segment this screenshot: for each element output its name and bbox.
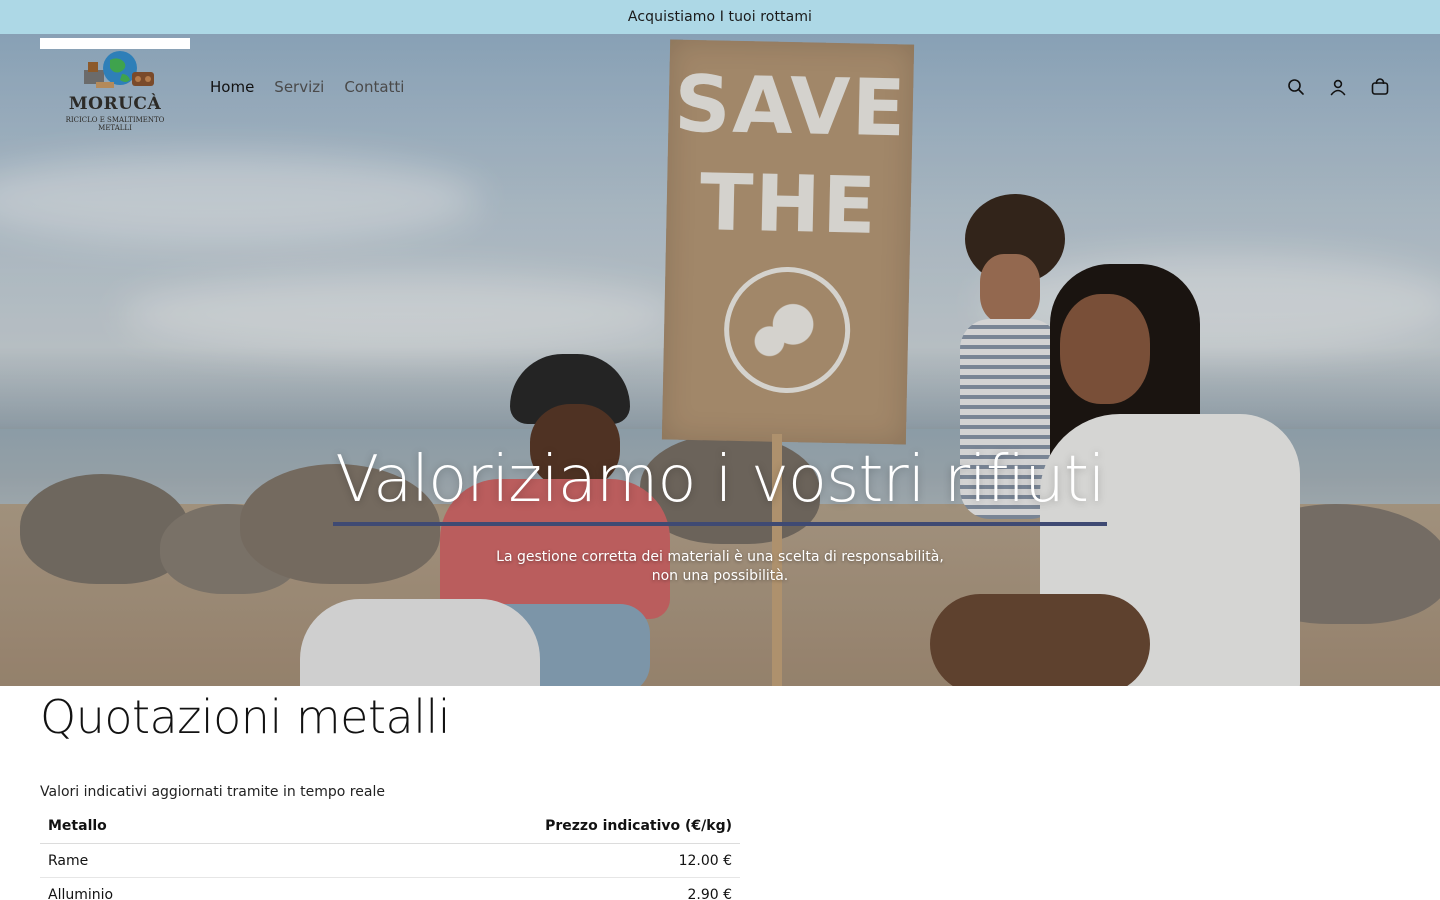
metal-price: 12.00 € bbox=[239, 843, 740, 878]
metal-name: Rame bbox=[40, 843, 240, 878]
search-icon[interactable] bbox=[1286, 77, 1306, 97]
nav-item-home[interactable]: Home bbox=[210, 78, 254, 96]
column-header-metal: Metallo bbox=[40, 808, 240, 844]
quotes-title: Quotazioni metalli bbox=[40, 690, 451, 744]
header-icons bbox=[1286, 77, 1390, 97]
logo-tagline-line2: METALLI bbox=[98, 124, 132, 132]
table-row: Rame 12.00 € bbox=[40, 843, 740, 878]
table-header-row: Metallo Prezzo indicativo (€/kg) bbox=[40, 808, 740, 844]
quotes-section: Quotazioni metalli Valori indicativi agg… bbox=[40, 686, 740, 900]
logo-globe-icon bbox=[84, 51, 154, 88]
hero-title: Valoriziamo i vostri rifiuti bbox=[333, 438, 1107, 526]
announcement-bar: Acquistiamo I tuoi rottami bbox=[0, 0, 1440, 34]
nav-item-servizi[interactable]: Servizi bbox=[274, 78, 324, 96]
logo-tagline-line1: RICICLO E SMALTIMENTO bbox=[65, 116, 165, 124]
announcement-text: Acquistiamo I tuoi rottami bbox=[627, 9, 813, 25]
logo[interactable]: MORUCÀ RICICLO E SMALTIMENTO METALLI bbox=[40, 38, 190, 134]
site-header: MORUCÀ RICICLO E SMALTIMENTO METALLI Hom… bbox=[0, 34, 1440, 144]
table-row: Alluminio 2.90 € bbox=[40, 877, 740, 900]
account-icon[interactable] bbox=[1328, 77, 1348, 97]
quotes-table: Metallo Prezzo indicativo (€/kg) Rame 12… bbox=[40, 808, 740, 900]
logo-name: MORUCÀ bbox=[68, 94, 162, 114]
cart-icon[interactable] bbox=[1370, 77, 1390, 97]
column-header-price: Prezzo indicativo (€/kg) bbox=[239, 808, 740, 844]
metal-name: Alluminio bbox=[40, 877, 240, 900]
logo-tagline: RICICLO E SMALTIMENTO METALLI bbox=[40, 116, 190, 132]
metal-price: 2.90 € bbox=[239, 877, 740, 900]
hero-content: Valoriziamo i vostri rifiuti La gestione… bbox=[0, 438, 1440, 586]
main-nav: Home Servizi Contatti bbox=[210, 78, 404, 96]
quotes-subtitle: Valori indicativi aggiornati tramite in … bbox=[40, 784, 385, 800]
nav-item-contatti[interactable]: Contatti bbox=[344, 78, 404, 96]
hero-subtitle: La gestione corretta dei materiali è una… bbox=[496, 549, 944, 584]
